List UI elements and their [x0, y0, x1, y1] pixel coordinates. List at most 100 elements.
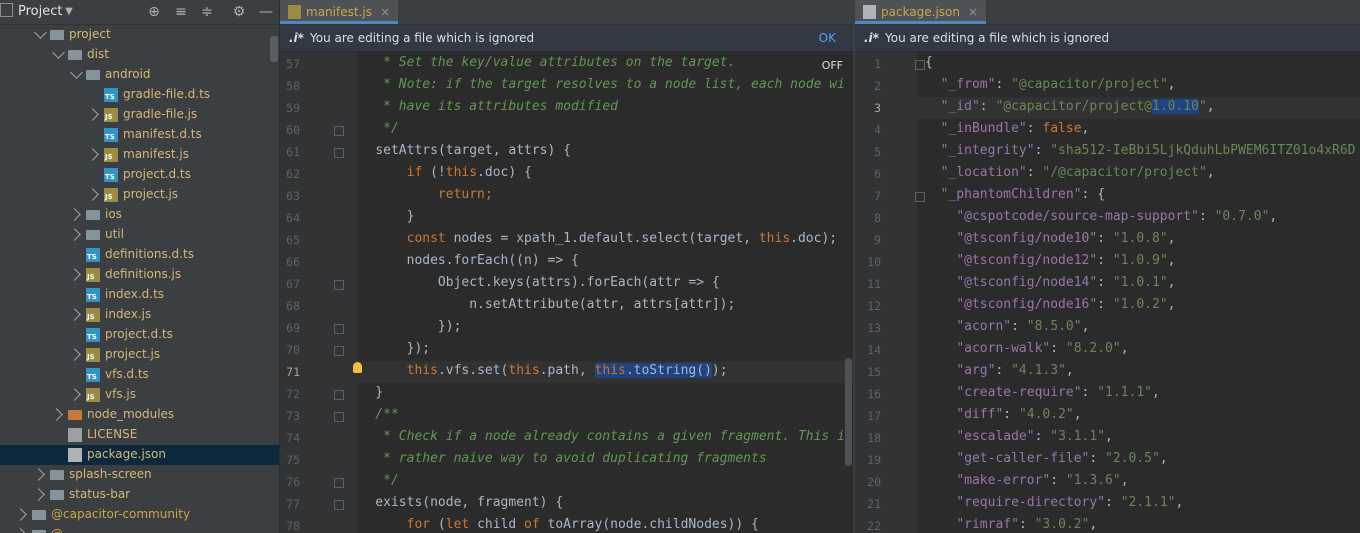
tab-manifest-js[interactable]: manifest.js × [280, 0, 399, 24]
tree-item[interactable]: manifest.js [0, 145, 279, 165]
tree-item[interactable]: manifest.d.ts [0, 125, 279, 145]
gear-icon[interactable]: ⚙ [230, 3, 248, 21]
chevron-down-icon[interactable] [34, 26, 47, 39]
fold-marker-icon[interactable] [334, 126, 344, 136]
chevron-right-icon[interactable] [68, 208, 81, 221]
code-line[interactable]: "acorn-walk": "8.2.0", [925, 341, 1128, 356]
chevron-right-icon[interactable] [50, 408, 63, 421]
code-line[interactable]: /** [344, 407, 399, 422]
code-line[interactable]: }); [344, 319, 462, 334]
code-line[interactable]: */ [344, 473, 399, 488]
locate-file-icon[interactable]: ⊕ [145, 3, 163, 21]
left-editor-scrollbar[interactable] [845, 358, 852, 466]
chevron-right-icon[interactable] [86, 148, 99, 161]
tree-item[interactable]: project.js [0, 185, 279, 205]
banner-ok-link[interactable]: OK [819, 25, 836, 51]
tree-item[interactable]: definitions.js [0, 265, 279, 285]
code-line[interactable]: "rimraf": "3.0.2", [925, 517, 1097, 532]
tree-item[interactable]: status-bar [0, 485, 279, 505]
tree-item[interactable]: @... [0, 525, 279, 533]
fold-marker-icon[interactable] [915, 60, 925, 70]
tree-item[interactable]: gradle-file.js [0, 105, 279, 125]
fold-marker-icon[interactable] [334, 280, 344, 290]
tree-item[interactable]: ios [0, 205, 279, 225]
tab-package-json[interactable]: package.json × [855, 0, 987, 24]
chevron-right-icon[interactable] [86, 188, 99, 201]
tree-item[interactable]: android [0, 65, 279, 85]
chevron-down-icon[interactable] [70, 66, 83, 79]
tree-item[interactable]: dist [0, 45, 279, 65]
code-line[interactable]: for (let child of toArray(node.childNode… [344, 517, 759, 532]
code-line[interactable]: "_from": "@capacitor/project", [925, 77, 1176, 92]
code-line[interactable]: } [344, 209, 415, 224]
tree-item[interactable]: @capacitor-community [0, 505, 279, 525]
fold-marker-icon[interactable] [334, 148, 344, 158]
code-line[interactable]: * Set the key/value attributes on the ta… [344, 55, 735, 70]
tree-item[interactable]: gradle-file.d.ts [0, 85, 279, 105]
code-line[interactable]: "_location": "/@capacitor/project", [925, 165, 1215, 180]
code-line[interactable]: if (!this.doc) { [344, 165, 532, 180]
code-line[interactable]: }); [344, 341, 430, 356]
code-line[interactable]: "@tsconfig/node12": "1.0.9", [925, 253, 1175, 268]
tree-item[interactable]: definitions.d.ts [0, 245, 279, 265]
inlay-off-label[interactable]: OFF [822, 59, 843, 72]
code-line[interactable]: "_integrity": "sha512-IeBbi5LjkQduhLbPWE… [925, 143, 1356, 158]
chevron-right-icon[interactable] [68, 388, 81, 401]
expand-all-icon[interactable]: ≡ [172, 3, 190, 21]
tree-item[interactable]: node_modules [0, 405, 279, 425]
chevron-right-icon[interactable] [14, 528, 27, 533]
code-line[interactable]: "get-caller-file": "2.0.5", [925, 451, 1167, 466]
code-line[interactable]: * Note: if the target resolves to a node… [344, 77, 845, 92]
code-line[interactable]: "create-require": "1.1.1", [925, 385, 1160, 400]
project-scrollbar[interactable] [270, 36, 278, 62]
close-icon[interactable]: × [380, 5, 390, 19]
fold-marker-icon[interactable] [334, 478, 344, 488]
tree-item[interactable]: index.d.ts [0, 285, 279, 305]
chevron-right-icon[interactable] [68, 228, 81, 241]
chevron-right-icon[interactable] [86, 108, 99, 121]
code-line[interactable]: "arg": "4.1.3", [925, 363, 1073, 378]
code-line[interactable]: const nodes = xpath_1.default.select(tar… [344, 231, 838, 246]
fold-marker-icon[interactable] [334, 324, 344, 334]
project-view-title[interactable]: Project [18, 4, 62, 19]
code-line[interactable]: * have its attributes modified [344, 99, 618, 114]
tree-item[interactable]: project.d.ts [0, 325, 279, 345]
code-line[interactable]: Object.keys(attrs).forEach(attr => { [344, 275, 720, 290]
fold-marker-icon[interactable] [334, 390, 344, 400]
collapse-all-icon[interactable]: ≑ [198, 3, 216, 21]
chevron-right-icon[interactable] [68, 348, 81, 361]
tree-item[interactable]: index.js [0, 305, 279, 325]
code-line[interactable]: return; [344, 187, 493, 202]
code-line[interactable]: "_inBundle": false, [925, 121, 1090, 136]
close-icon[interactable]: × [968, 5, 978, 19]
chevron-right-icon[interactable] [68, 308, 81, 321]
code-line[interactable]: "@cspotcode/source-map-support": "0.7.0"… [925, 209, 1277, 224]
tree-item[interactable]: LICENSE [0, 425, 279, 445]
fold-marker-icon[interactable] [334, 346, 344, 356]
tree-item[interactable]: project [0, 25, 279, 45]
chevron-right-icon[interactable] [68, 268, 81, 281]
chevron-right-icon[interactable] [32, 488, 45, 501]
code-line[interactable]: nodes.forEach((n) => { [344, 253, 579, 268]
code-line[interactable]: "_phantomChildren": { [925, 187, 1105, 202]
fold-marker-icon[interactable] [334, 412, 344, 422]
tree-item[interactable]: project.d.ts [0, 165, 279, 185]
code-line[interactable]: "@tsconfig/node14": "1.0.1", [925, 275, 1175, 290]
code-line[interactable]: * Check if a node already contains a giv… [344, 429, 845, 444]
code-line[interactable]: setAttrs(target, attrs) { [344, 143, 571, 158]
code-line[interactable]: "escalade": "3.1.1", [925, 429, 1113, 444]
tree-item[interactable]: util [0, 225, 279, 245]
code-line[interactable]: "require-directory": "2.1.1", [925, 495, 1183, 510]
code-line[interactable]: * rather naive way to avoid duplicating … [344, 451, 767, 466]
lightbulb-icon[interactable] [353, 362, 362, 373]
tree-item[interactable]: splash-screen [0, 465, 279, 485]
chevron-right-icon[interactable] [32, 468, 45, 481]
code-line[interactable]: this.vfs.set(this.path, this.toString())… [344, 363, 728, 378]
tree-item[interactable]: package.json [0, 445, 279, 465]
code-line[interactable]: } [344, 385, 383, 400]
code-line[interactable]: "_id": "@capacitor/project@1.0.10", [925, 99, 1215, 114]
code-line[interactable]: exists(node, fragment) { [344, 495, 563, 510]
code-line[interactable]: "diff": "4.0.2", [925, 407, 1081, 422]
hide-panel-icon[interactable]: — [257, 3, 275, 21]
code-line[interactable]: "make-error": "1.3.6", [925, 473, 1128, 488]
